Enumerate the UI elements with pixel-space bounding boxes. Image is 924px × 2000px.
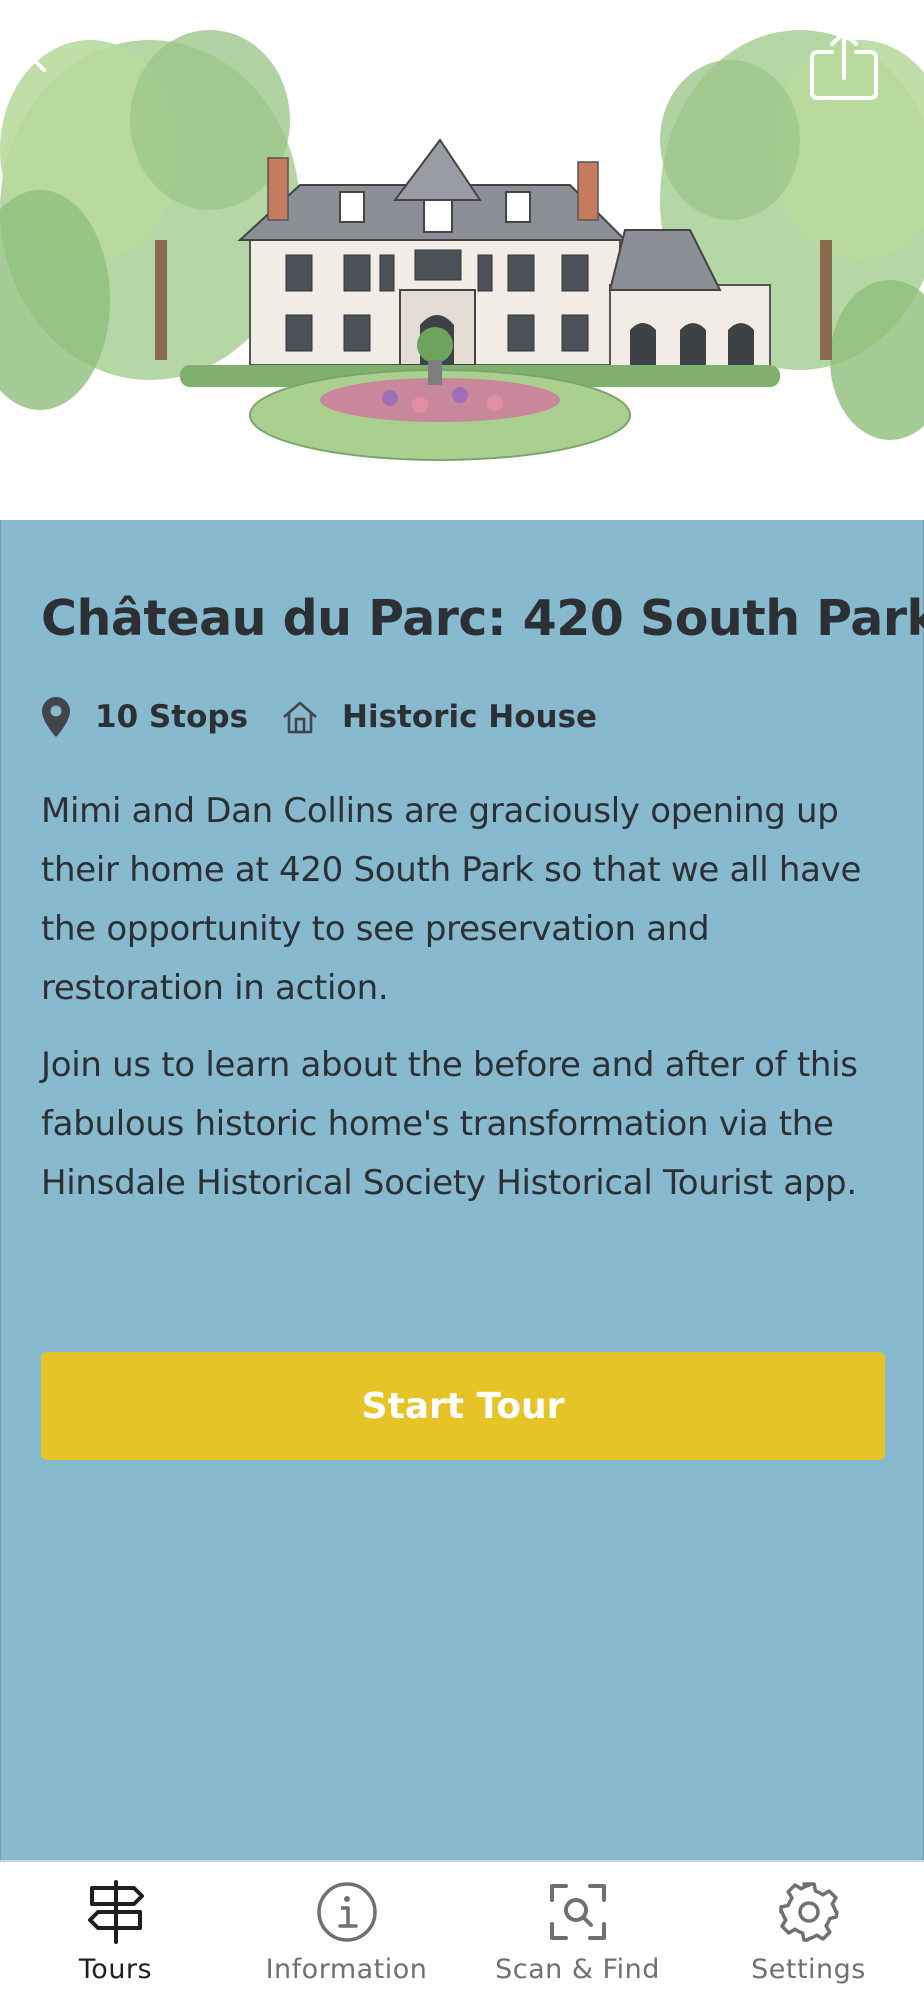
share-button[interactable] [808, 30, 880, 100]
back-button[interactable] [22, 36, 78, 100]
tab-label: Settings [751, 1954, 866, 1985]
tour-detail-screen: Château du Parc: 420 South Park 10 Stops… [0, 0, 924, 2000]
stops-label: 10 Stops [95, 699, 249, 735]
tour-category: Historic House [282, 699, 597, 735]
tour-meta: 10 Stops Historic House [41, 692, 597, 742]
house-icon [283, 701, 317, 734]
map-pin-icon [42, 697, 70, 737]
tab-settings[interactable]: Settings [693, 1862, 924, 2000]
stops-count: 10 Stops [41, 696, 248, 738]
info-icon [316, 1882, 377, 1942]
tour-info-panel: Château du Parc: 420 South Park 10 Stops… [0, 520, 924, 1860]
description-paragraph: Mimi and Dan Collins are graciously open… [41, 791, 862, 1008]
chevron-left-icon [28, 40, 46, 72]
signpost-icon [87, 1880, 144, 1944]
tab-label: Information [265, 1954, 428, 1985]
hero-illustration [0, 0, 924, 520]
tab-scan-find[interactable]: Scan & Find [462, 1862, 693, 2000]
scan-search-icon [549, 1884, 606, 1940]
tour-description: Mimi and Dan Collins are graciously open… [41, 782, 901, 1231]
bottom-tab-bar: Tours Information Scan & Find Settings [0, 1860, 924, 2000]
category-label: Historic House [342, 699, 598, 735]
tab-label: Tours [78, 1954, 153, 1985]
gear-icon [778, 1882, 839, 1942]
tab-information[interactable]: Information [231, 1862, 462, 2000]
tab-tours[interactable]: Tours [0, 1862, 231, 2000]
house-illustration [0, 30, 924, 461]
tab-label: Scan & Find [495, 1954, 660, 1985]
start-tour-button[interactable]: Start Tour [41, 1352, 885, 1460]
share-icon [810, 31, 878, 100]
tour-title: Château du Parc: 420 South Park [41, 590, 924, 647]
description-paragraph: Join us to learn about the before and af… [41, 1045, 858, 1203]
